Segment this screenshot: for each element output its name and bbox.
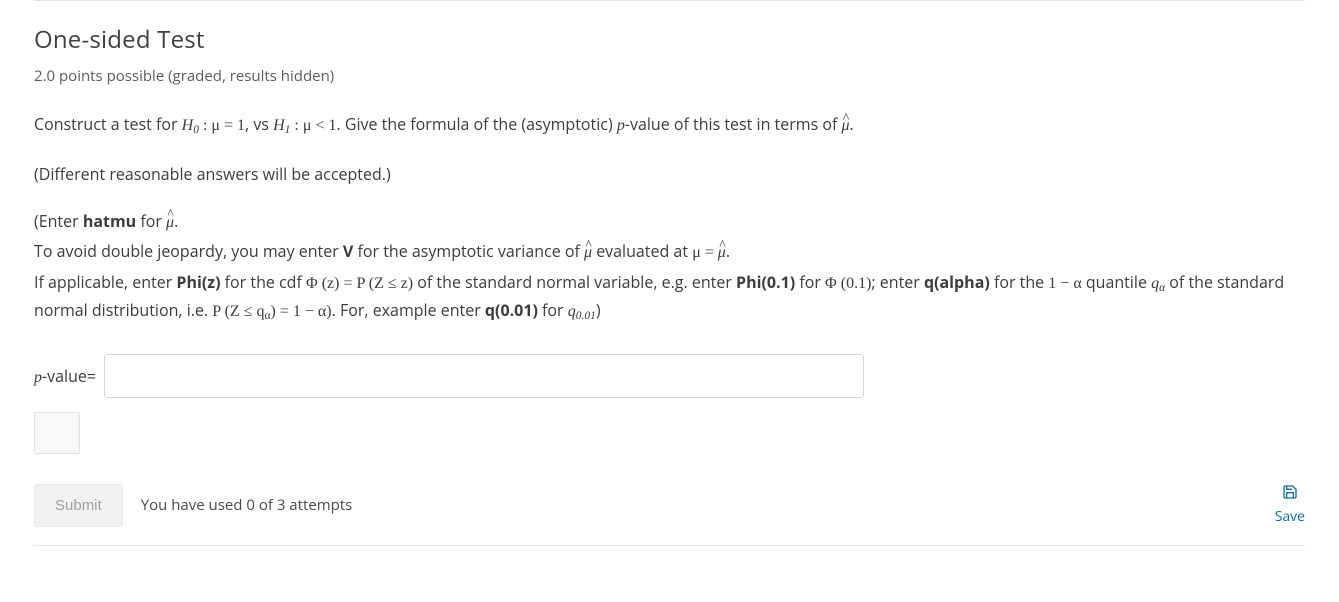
math: : μ < 1 (290, 117, 336, 134)
save-icon (1282, 484, 1298, 505)
math-q001: q0.01 (568, 303, 596, 320)
math: 1 − α (1048, 275, 1081, 292)
kw-phiz: Phi(z) (176, 271, 220, 293)
math-qalpha: qα (1151, 275, 1165, 292)
text: for (795, 271, 825, 293)
status-box (34, 412, 80, 454)
text: for the asymptotic variance of (353, 240, 584, 262)
text: ) = 1 − α) (271, 303, 332, 320)
text: . (726, 240, 730, 262)
kw-phi01: Phi(0.1) (736, 271, 795, 293)
answer-row: p-value= (34, 354, 1305, 398)
note: (Different reasonable answers will be ac… (34, 162, 1305, 187)
text: ; enter (871, 271, 924, 293)
kw-hatmu: hatmu (83, 210, 136, 232)
points-possible: 2.0 points possible (graded, results hid… (34, 66, 1305, 86)
text: for the cdf (221, 271, 307, 293)
problem-title: One-sided Test (34, 23, 1305, 56)
text: Construct a test for (34, 113, 182, 135)
save-button[interactable]: Save (1275, 484, 1305, 526)
text: To avoid double jeopardy, you may enter (34, 240, 343, 262)
text: for the (990, 271, 1049, 293)
attempts-text: You have used 0 of 3 attempts (141, 495, 353, 515)
text: . (174, 210, 178, 232)
submit-button[interactable]: Submit (34, 484, 123, 527)
math-p: p (34, 369, 42, 386)
math: : μ = 1 (199, 117, 245, 134)
kw-qalpha: q(alpha) (924, 271, 990, 293)
text: ) (596, 299, 601, 321)
math: Φ (z) = P (Z ≤ z) (306, 275, 413, 292)
text: for (136, 210, 166, 232)
math-muhat: μ (842, 114, 850, 139)
math: P (Z ≤ qα) = 1 − α) (212, 303, 331, 320)
text: . (850, 113, 854, 135)
text: , vs (245, 113, 273, 135)
text: q (1151, 275, 1159, 292)
text: q (568, 303, 576, 320)
math: μ = (692, 244, 718, 261)
text: P (Z ≤ q (212, 303, 264, 320)
text: . Give the formula of the (asymptotic) (336, 113, 616, 135)
pvalue-input[interactable] (104, 354, 864, 398)
text: H (182, 117, 194, 134)
text: H (273, 117, 285, 134)
kw-V: V (343, 240, 353, 262)
text: . For, example enter (332, 299, 485, 321)
math: Φ (0.1) (825, 275, 871, 292)
math-H0: H0 (182, 117, 199, 134)
math-p: p (617, 117, 625, 134)
footer: Submit You have used 0 of 3 attempts Sav… (34, 484, 1305, 527)
text: (Enter (34, 210, 83, 232)
text: 0.01 (576, 310, 596, 322)
text: -value of this test in terms of (625, 113, 842, 135)
math-muhat: μ (166, 211, 174, 236)
text: of the standard normal variable, e.g. en… (413, 271, 736, 293)
math-muhat: μ (718, 241, 726, 266)
input-instructions: (Enter hatmu for μ. To avoid double jeop… (34, 209, 1305, 326)
answer-label: p-value= (34, 365, 96, 387)
text: -value= (42, 365, 96, 387)
problem-prompt: Construct a test for H0 : μ = 1, vs H1 :… (34, 112, 1305, 140)
kw-q001: q(0.01) (485, 299, 538, 321)
text: If applicable, enter (34, 271, 176, 293)
text: quantile (1082, 271, 1151, 293)
save-label: Save (1275, 507, 1305, 526)
math-H1: H1 (273, 117, 290, 134)
math-muhat: μ (584, 241, 592, 266)
text: evaluated at (592, 240, 692, 262)
text: for (538, 299, 568, 321)
